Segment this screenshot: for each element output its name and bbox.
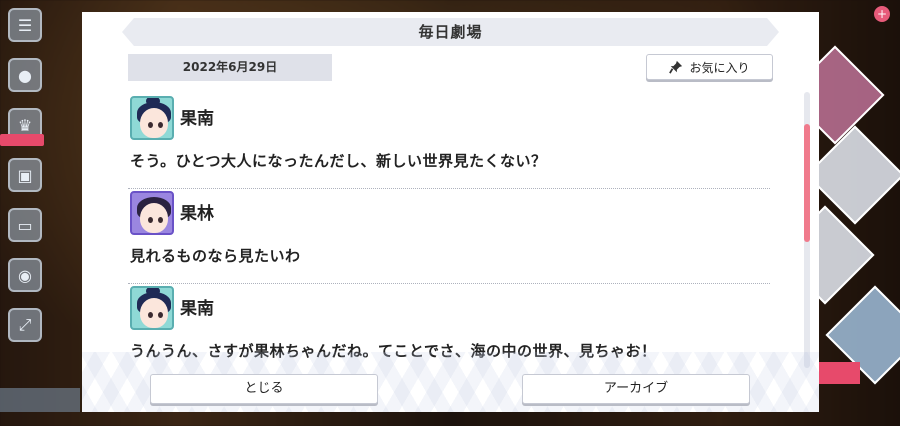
dialog-title: 毎日劇場 [418, 23, 483, 41]
dialogue-entry: 果林 見れるものなら見たいわ [128, 189, 770, 284]
daily-theater-dialog: 毎日劇場 2022年6月29日 お気に入り 果南 そう。ひとつ大人になったんだし… [82, 12, 819, 412]
screen-icon[interactable]: ▭ [8, 208, 42, 242]
favorite-button[interactable]: お気に入り [646, 54, 773, 80]
scrollbar[interactable] [804, 92, 810, 368]
date-label: 2022年6月29日 [128, 54, 332, 81]
gift-icon[interactable]: ▣ [8, 158, 42, 192]
speaker-name: 果林 [180, 204, 214, 224]
side-badge [0, 134, 44, 146]
dialogue-entry: 果南 うんうん、さすが果林ちゃんだね。てことでさ、海の中の世界、見ちゃお！ [128, 284, 770, 376]
dialogue-text: うんうん、さすが果林ちゃんだね。てことでさ、海の中の世界、見ちゃお！ [130, 342, 657, 360]
right-badge [816, 362, 860, 384]
karin-avatar [130, 191, 174, 235]
speaker-name: 果南 [180, 299, 214, 319]
members-icon[interactable]: ◉ [8, 258, 42, 292]
dialogue-text: そう。ひとつ大人になったんだし、新しい世界見たくない？ [130, 152, 547, 170]
dialogue-text: 見れるものなら見たいわ [130, 247, 301, 265]
chat-icon[interactable]: ● [8, 58, 42, 92]
speaker-name: 果南 [180, 109, 214, 129]
plus-icon[interactable]: + [874, 6, 890, 22]
archive-button[interactable]: アーカイブ [522, 374, 750, 404]
kanan-avatar [130, 96, 174, 140]
menu-icon[interactable]: ☰ [8, 8, 42, 42]
side-bottom-panel[interactable] [0, 388, 80, 412]
dialog-title-bar: 毎日劇場 [122, 18, 779, 46]
fullscreen-icon[interactable]: ⤢ [8, 308, 42, 342]
side-menu: ☰ ● ♛ ▣ ▭ ◉ ⤢ [8, 8, 42, 358]
dialog-content[interactable]: 果南 そう。ひとつ大人になったんだし、新しい世界見たくない？ 果林 見れるものな… [128, 94, 770, 376]
close-button[interactable]: とじる [150, 374, 378, 404]
favorite-label: お気に入り [689, 60, 750, 75]
dialogue-entry: 果南 そう。ひとつ大人になったんだし、新しい世界見たくない？ [128, 94, 770, 189]
scroll-thumb[interactable] [804, 124, 810, 242]
kanan-avatar [130, 286, 174, 330]
pin-icon [669, 60, 683, 74]
